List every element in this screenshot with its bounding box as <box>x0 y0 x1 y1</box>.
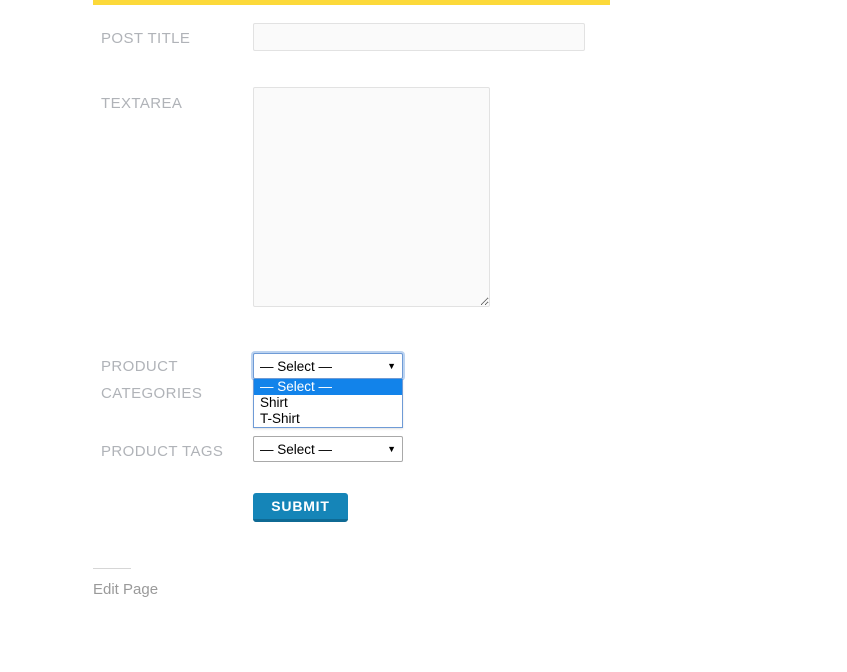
textarea-label: TEXTAREA <box>101 95 183 112</box>
dropdown-option-select[interactable]: — Select — <box>254 379 402 395</box>
product-tags-selected-value: — Select — <box>260 441 333 457</box>
edit-page-link[interactable]: Edit Page <box>93 580 158 600</box>
product-categories-dropdown-list[interactable]: — Select — Shirt T-Shirt <box>253 379 403 428</box>
body-textarea[interactable] <box>253 87 490 307</box>
post-title-label: POST TITLE <box>101 30 191 47</box>
product-categories-select[interactable]: — Select — ▼ <box>253 353 403 379</box>
footer-divider <box>93 568 131 569</box>
dropdown-option-shirt[interactable]: Shirt <box>254 395 402 411</box>
product-submission-form: POST TITLE TEXTAREA PRODUCT CATEGORIES —… <box>0 0 847 672</box>
product-tags-label: PRODUCT TAGS <box>101 443 224 460</box>
chevron-down-icon: ▼ <box>387 443 396 454</box>
product-tags-select[interactable]: — Select — ▼ <box>253 436 403 462</box>
dropdown-option-t-shirt[interactable]: T-Shirt <box>254 411 402 427</box>
product-categories-label: PRODUCT CATEGORIES <box>101 358 203 402</box>
chevron-down-icon: ▼ <box>387 360 396 371</box>
post-title-input[interactable] <box>253 23 585 51</box>
product-categories-selected-value: — Select — <box>260 358 333 374</box>
submit-button[interactable]: SUBMIT <box>253 493 348 522</box>
